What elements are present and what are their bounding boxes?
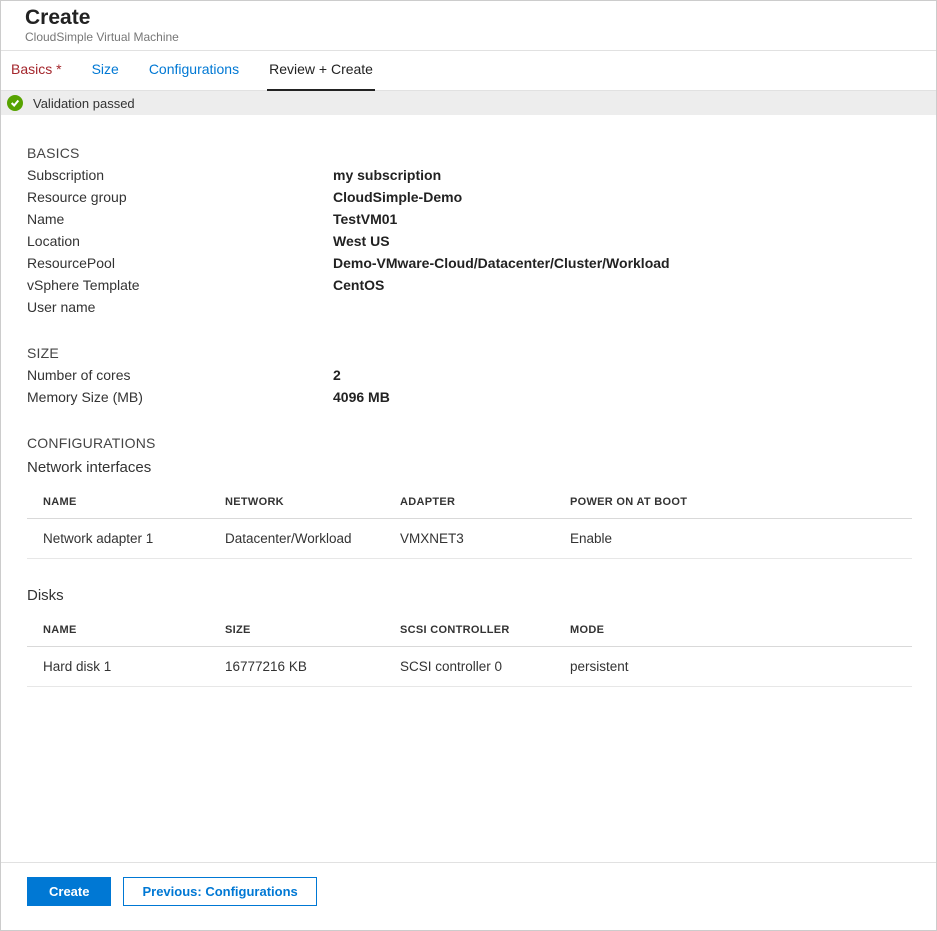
validation-bar: Validation passed	[1, 91, 936, 115]
col-mode: MODE	[562, 614, 912, 647]
section-size-title: SIZE	[27, 345, 912, 361]
tab-size[interactable]: Size	[90, 51, 121, 90]
kv-label: Location	[27, 233, 333, 249]
kv-label: User name	[27, 299, 333, 315]
tab-basics-flag: *	[56, 61, 61, 77]
page-title: Create	[25, 5, 928, 30]
kv-name: Name TestVM01	[27, 211, 912, 227]
disks-table: NAME SIZE SCSI CONTROLLER MODE Hard disk…	[27, 614, 912, 687]
disks-heading: Disks	[27, 587, 912, 604]
cell-name: Network adapter 1	[27, 519, 217, 559]
validation-text: Validation passed	[33, 96, 135, 111]
kv-label: Memory Size (MB)	[27, 389, 333, 405]
cell-scsi: SCSI controller 0	[392, 647, 562, 687]
kv-cores: Number of cores 2	[27, 367, 912, 383]
kv-memory: Memory Size (MB) 4096 MB	[27, 389, 912, 405]
kv-value: West US	[333, 233, 390, 249]
tab-review-create[interactable]: Review + Create	[267, 51, 375, 91]
kv-value: Demo-VMware-Cloud/Datacenter/Cluster/Wor…	[333, 255, 670, 271]
create-button[interactable]: Create	[27, 877, 111, 906]
section-basics-title: BASICS	[27, 145, 912, 161]
col-adapter: ADAPTER	[392, 486, 562, 519]
table-row: Network adapter 1 Datacenter/Workload VM…	[27, 519, 912, 559]
kv-resource-pool: ResourcePool Demo-VMware-Cloud/Datacente…	[27, 255, 912, 271]
network-interfaces-heading: Network interfaces	[27, 459, 912, 476]
header: Create CloudSimple Virtual Machine	[1, 1, 936, 50]
kv-label: ResourcePool	[27, 255, 333, 271]
col-size: SIZE	[217, 614, 392, 647]
section-config-title: CONFIGURATIONS	[27, 435, 912, 451]
kv-label: Resource group	[27, 189, 333, 205]
kv-user-name: User name	[27, 299, 912, 315]
review-content: BASICS Subscription my subscription Reso…	[1, 115, 936, 862]
kv-label: Number of cores	[27, 367, 333, 383]
cell-network: Datacenter/Workload	[217, 519, 392, 559]
col-scsi: SCSI CONTROLLER	[392, 614, 562, 647]
kv-subscription: Subscription my subscription	[27, 167, 912, 183]
table-header-row: NAME NETWORK ADAPTER POWER ON AT BOOT	[27, 486, 912, 519]
col-network: NETWORK	[217, 486, 392, 519]
cell-adapter: VMXNET3	[392, 519, 562, 559]
footer: Create Previous: Configurations	[1, 862, 936, 930]
kv-value: 4096 MB	[333, 389, 390, 405]
kv-vsphere-template: vSphere Template CentOS	[27, 277, 912, 293]
kv-label: Name	[27, 211, 333, 227]
tab-configurations[interactable]: Configurations	[147, 51, 241, 90]
kv-value: TestVM01	[333, 211, 397, 227]
col-power: POWER ON AT BOOT	[562, 486, 912, 519]
kv-location: Location West US	[27, 233, 912, 249]
kv-label: Subscription	[27, 167, 333, 183]
cell-size: 16777216 KB	[217, 647, 392, 687]
table-row: Hard disk 1 16777216 KB SCSI controller …	[27, 647, 912, 687]
tab-basics[interactable]: Basics *	[9, 51, 64, 90]
tabs: Basics * Size Configurations Review + Cr…	[1, 51, 936, 91]
cell-mode: persistent	[562, 647, 912, 687]
cell-name: Hard disk 1	[27, 647, 217, 687]
kv-resource-group: Resource group CloudSimple-Demo	[27, 189, 912, 205]
network-interfaces-table: NAME NETWORK ADAPTER POWER ON AT BOOT Ne…	[27, 486, 912, 559]
kv-value: 2	[333, 367, 341, 383]
kv-label: vSphere Template	[27, 277, 333, 293]
table-header-row: NAME SIZE SCSI CONTROLLER MODE	[27, 614, 912, 647]
page-subtitle: CloudSimple Virtual Machine	[25, 30, 928, 44]
kv-value: CloudSimple-Demo	[333, 189, 462, 205]
check-icon	[7, 95, 23, 111]
kv-value: CentOS	[333, 277, 384, 293]
previous-button[interactable]: Previous: Configurations	[123, 877, 316, 906]
col-name: NAME	[27, 486, 217, 519]
tab-basics-label: Basics	[11, 61, 52, 77]
kv-value: my subscription	[333, 167, 441, 183]
col-name: NAME	[27, 614, 217, 647]
cell-power: Enable	[562, 519, 912, 559]
